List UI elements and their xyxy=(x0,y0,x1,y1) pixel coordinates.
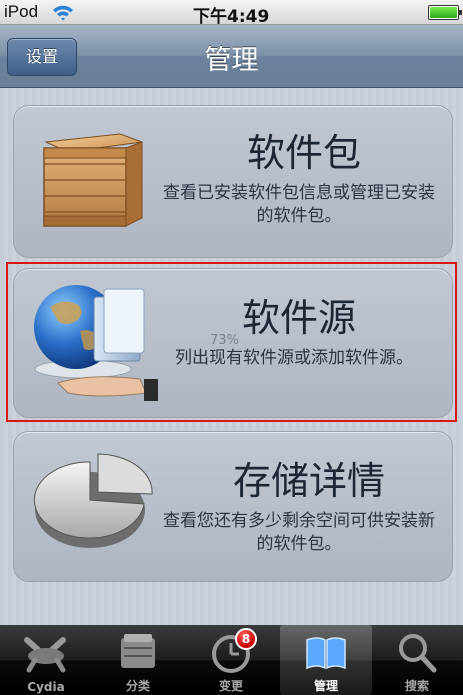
tab-label: 管理 xyxy=(313,679,338,693)
tab-bar: Cydia 分类 8 变更 管理 搜索 xyxy=(0,625,463,695)
tab-cydia[interactable]: Cydia xyxy=(0,625,92,695)
tab-label: Cydia xyxy=(27,680,65,694)
storage-description: 查看您还有多少剩余空间可供安装新的软件包。 xyxy=(163,511,435,554)
cydia-icon xyxy=(24,637,66,673)
tab-label: 分类 xyxy=(125,679,150,693)
wifi-icon xyxy=(53,5,73,21)
storage-title: 存储详情 xyxy=(232,459,385,503)
book-icon xyxy=(306,637,346,670)
tab-manage[interactable]: 管理 xyxy=(280,625,372,695)
carrier-label: iPod xyxy=(4,2,39,21)
packages-card[interactable]: 软件包 查看已安装软件包信息或管理已安装的软件包。 xyxy=(13,105,453,258)
tab-search[interactable]: 搜索 xyxy=(371,625,463,695)
navigation-bar: 设置 管理 xyxy=(0,25,463,88)
changes-badge: 8 xyxy=(235,628,257,650)
storage-card[interactable]: 存储详情 查看您还有多少剩余空间可供安装新的软件包。 xyxy=(13,431,453,582)
sections-icon xyxy=(121,634,155,668)
clock-label: 下午4:49 xyxy=(193,7,270,27)
battery-icon xyxy=(428,5,462,20)
tab-sections[interactable]: 分类 xyxy=(92,625,184,695)
tab-label: 变更 xyxy=(218,679,243,693)
tab-changes[interactable]: 8 变更 xyxy=(185,625,277,695)
tab-label: 搜索 xyxy=(404,679,429,693)
status-bar: iPod 下午4:49 xyxy=(0,0,463,27)
page-title: 管理 xyxy=(204,45,259,76)
crate-icon xyxy=(43,133,143,227)
packages-description: 查看已安装软件包信息或管理已安装的软件包。 xyxy=(163,183,435,226)
pie-chart-icon xyxy=(33,453,153,548)
search-icon xyxy=(399,634,437,673)
selection-highlight xyxy=(6,262,457,422)
packages-title: 软件包 xyxy=(246,131,361,175)
